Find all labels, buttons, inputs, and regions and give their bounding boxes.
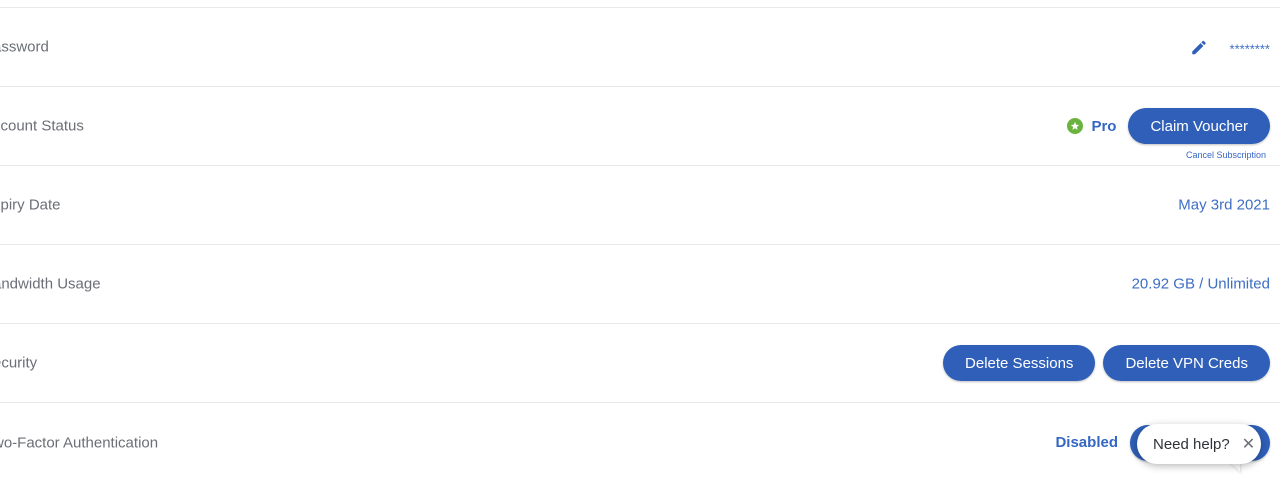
cancel-subscription-link[interactable]: Cancel Subscription <box>1186 150 1266 160</box>
account-status-row: ccount Status Pro Claim Voucher Cancel S… <box>0 87 1280 166</box>
password-label: assword <box>0 38 49 56</box>
plan-indicator: Pro <box>1067 118 1116 135</box>
help-chat-bubble[interactable]: Need help? ✕ <box>1137 424 1261 464</box>
plan-name: Pro <box>1091 117 1117 135</box>
security-row: ecurity Delete Sessions Delete VPN Creds <box>0 324 1280 403</box>
two-factor-status: Disabled <box>1055 434 1118 451</box>
password-row: assword ******** <box>0 8 1280 87</box>
delete-vpn-creds-button[interactable]: Delete VPN Creds <box>1103 345 1270 381</box>
account-status-label: ccount Status <box>0 117 84 135</box>
help-text: Need help? <box>1153 435 1230 453</box>
expiry-date-value: May 3rd 2021 <box>1178 196 1270 214</box>
bandwidth-usage-label: andwidth Usage <box>0 275 101 293</box>
star-icon <box>1067 118 1084 134</box>
bandwidth-usage-value: 20.92 GB / Unlimited <box>1131 275 1270 293</box>
edit-pencil-icon[interactable] <box>1190 38 1208 56</box>
delete-sessions-button[interactable]: Delete Sessions <box>943 345 1096 381</box>
claim-voucher-button[interactable]: Claim Voucher <box>1128 108 1270 144</box>
password-masked-value: ******** <box>1229 41 1270 57</box>
close-icon[interactable]: ✕ <box>1242 434 1255 454</box>
two-factor-row: wo-Factor Authentication Disabled <box>0 403 1280 482</box>
top-divider <box>0 0 1280 8</box>
expiry-date-row: xpiry Date May 3rd 2021 <box>0 166 1280 245</box>
two-factor-label: wo-Factor Authentication <box>0 434 159 451</box>
bandwidth-usage-row: andwidth Usage 20.92 GB / Unlimited <box>0 245 1280 324</box>
expiry-date-label: xpiry Date <box>0 196 61 214</box>
security-label: ecurity <box>0 354 38 372</box>
